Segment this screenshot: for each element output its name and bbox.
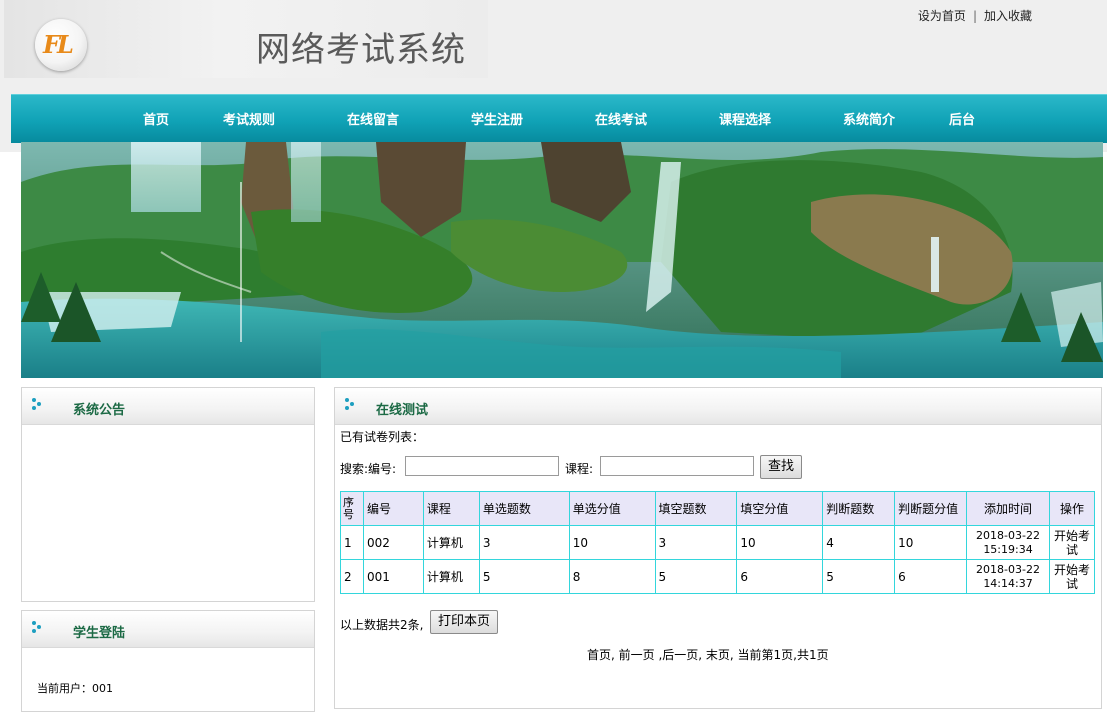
- set-home-link[interactable]: 设为首页: [918, 9, 966, 23]
- test-panel-title: 在线测试: [376, 403, 429, 418]
- login-panel-header: 学生登陆: [22, 611, 314, 648]
- cell-course: 计算机: [422, 559, 480, 594]
- cell-judge-count: 5: [822, 559, 896, 594]
- cell-no: 1: [340, 525, 364, 560]
- column-header: 序号: [340, 491, 364, 526]
- column-header: 单选题数: [478, 491, 570, 526]
- test-panel-header: 在线测试: [335, 388, 1101, 425]
- logo-text: FL: [43, 30, 74, 59]
- nav-course-select[interactable]: 课程选择: [719, 109, 771, 128]
- papers-table: 序号 编号 课程 单选题数 单选分值 填空题数 填空分值 判断题数 判断题分值 …: [340, 491, 1096, 594]
- column-header: 单选分值: [568, 491, 656, 526]
- table-header-row: 序号 编号 课程 单选题数 单选分值 填空题数 填空分值 判断题数 判断题分值 …: [340, 491, 1096, 526]
- cell-judge-score: 6: [894, 559, 968, 594]
- nav-about[interactable]: 系统简介: [843, 109, 895, 128]
- column-header: 添加时间: [966, 491, 1050, 526]
- column-header: 填空题数: [654, 491, 738, 526]
- nav-online-exam[interactable]: 在线考试: [595, 109, 647, 128]
- column-header: 编号: [362, 491, 424, 526]
- nav-messages[interactable]: 在线留言: [347, 109, 399, 128]
- cell-blank-count: 5: [654, 559, 738, 594]
- bullet-dots-icon: [345, 398, 357, 412]
- current-user-text: 当前用户：001: [37, 682, 113, 695]
- cell-no: 2: [340, 559, 364, 594]
- bullet-dots-icon: [32, 398, 44, 412]
- notice-panel-title: 系统公告: [73, 403, 126, 418]
- cell-code: 002: [362, 525, 424, 560]
- cell-judge-count: 4: [822, 525, 896, 560]
- table-row: 1 002 计算机 3 10 3 10 4 10 2018-03-22 15:1…: [340, 525, 1096, 560]
- login-panel: 学生登陆 当前用户：001: [21, 610, 315, 712]
- nav-home[interactable]: 首页: [143, 109, 169, 128]
- bullet-dots-icon: [32, 621, 44, 635]
- course-input[interactable]: [600, 456, 754, 476]
- search-id-label: 搜索:编号:: [340, 462, 397, 476]
- top-links: 设为首页 | 加入收藏: [918, 7, 1032, 24]
- cell-blank-score: 6: [736, 559, 824, 594]
- course-label: 课程:: [565, 462, 594, 476]
- add-favorite-link[interactable]: 加入收藏: [984, 9, 1032, 23]
- login-panel-title: 学生登陆: [73, 626, 126, 641]
- search-id-input[interactable]: [405, 456, 559, 476]
- cell-added-time: 2018-03-22 15:19:34: [966, 525, 1050, 560]
- nav-admin[interactable]: 后台: [949, 109, 975, 128]
- banner-image: [21, 142, 1103, 378]
- column-header: 课程: [422, 491, 480, 526]
- nav-exam-rules[interactable]: 考试规则: [223, 109, 275, 128]
- cell-added-time: 2018-03-22 14:14:37: [966, 559, 1050, 594]
- cell-single-count: 3: [478, 525, 570, 560]
- start-exam-link[interactable]: 开始考试: [1048, 525, 1096, 560]
- column-header: 判断题数: [822, 491, 896, 526]
- table-row: 2 001 计算机 5 8 5 6 5 6 2018-03-22 14:14:3…: [340, 559, 1096, 594]
- nav-register[interactable]: 学生注册: [471, 109, 523, 128]
- cell-course: 计算机: [422, 525, 480, 560]
- site-title: 网络考试系统: [256, 30, 466, 70]
- cell-single-count: 5: [478, 559, 570, 594]
- cell-single-score: 8: [568, 559, 656, 594]
- cell-code: 001: [362, 559, 424, 594]
- list-caption: 已有试卷列表：: [340, 430, 425, 444]
- column-header: 填空分值: [736, 491, 824, 526]
- cell-blank-score: 10: [736, 525, 824, 560]
- link-separator: |: [972, 9, 977, 23]
- column-header: 判断题分值: [894, 491, 968, 526]
- start-exam-link[interactable]: 开始考试: [1048, 559, 1096, 594]
- print-page-button[interactable]: 打印本页: [430, 610, 498, 634]
- main-nav: 首页 考试规则 在线留言 学生注册 在线考试 课程选择 系统简介 后台: [11, 94, 1107, 143]
- site-logo: FL: [35, 19, 87, 71]
- search-button[interactable]: 查找: [760, 455, 802, 479]
- notice-panel: 系统公告: [21, 387, 315, 602]
- logo-banner: FL 网络考试系统: [4, 0, 488, 78]
- cell-single-score: 10: [568, 525, 656, 560]
- total-count-text: 以上数据共2条,: [340, 618, 424, 632]
- notice-panel-header: 系统公告: [22, 388, 314, 425]
- pager[interactable]: 首页, 前一页 ,后一页, 末页, 当前第1页,共1页: [587, 646, 829, 663]
- column-header: 操作: [1048, 491, 1096, 526]
- cell-blank-count: 3: [654, 525, 738, 560]
- cell-judge-score: 10: [894, 525, 968, 560]
